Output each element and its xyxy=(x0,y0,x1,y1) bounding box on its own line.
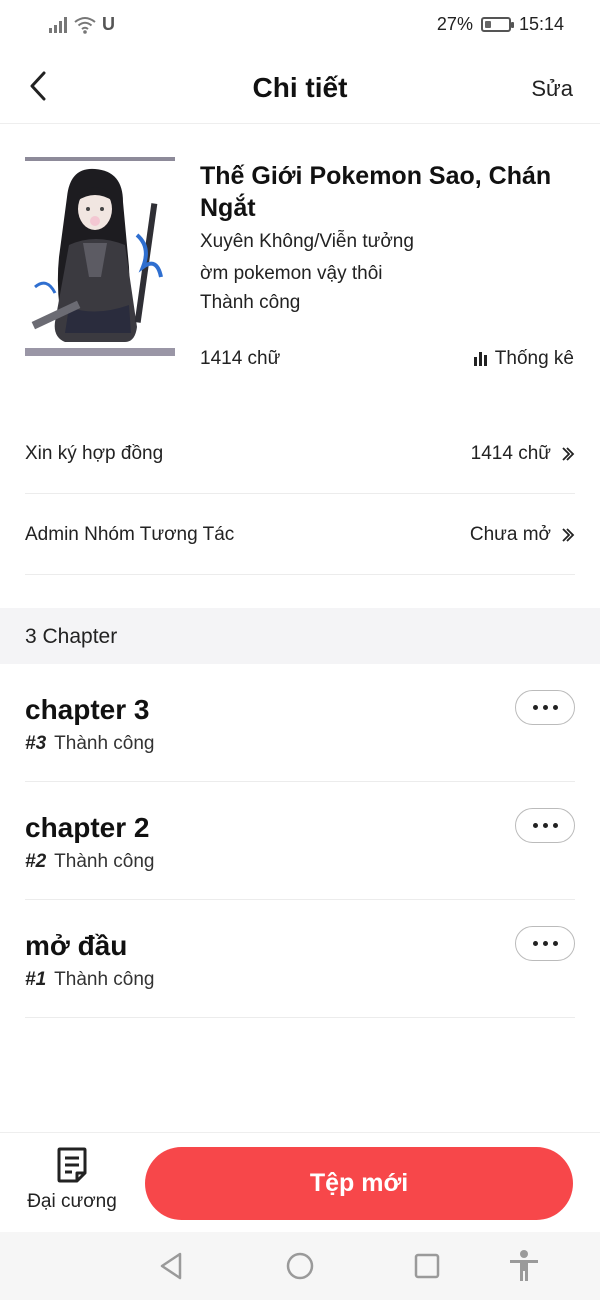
admin-group-row[interactable]: Admin Nhóm Tương Tác Chưa mở xyxy=(25,495,575,575)
status-bar: U 27% 15:14 xyxy=(0,0,600,52)
bottom-action-bar: Đại cương Tệp mới xyxy=(0,1132,600,1232)
battery-icon xyxy=(480,17,514,32)
wifi-icon xyxy=(74,16,96,34)
more-options-button[interactable] xyxy=(515,690,575,725)
word-count: 1414 chữ xyxy=(200,348,281,369)
nav-home-button[interactable] xyxy=(282,1248,318,1284)
system-nav-bar xyxy=(0,1232,600,1300)
clock: 15:14 xyxy=(518,14,564,34)
dot xyxy=(532,823,538,828)
book-status: Thành công xyxy=(200,292,301,313)
dot xyxy=(552,705,558,710)
book-genre: Xuyên Không/Viễn tưởng xyxy=(200,231,414,252)
chapter-title: mở đầu xyxy=(25,930,128,961)
contract-row[interactable]: Xin ký hợp đồng 1414 chữ xyxy=(25,414,575,494)
double-chevron-right-icon xyxy=(562,446,575,461)
chapter-number: #3 xyxy=(25,733,47,754)
nav-accessibility-button[interactable] xyxy=(506,1248,542,1284)
chapter-status: Thành công xyxy=(54,969,155,990)
chapter-item[interactable]: chapter 2 #2 Thành công xyxy=(25,782,575,900)
status-right: 27% 15:14 xyxy=(437,14,564,35)
chapter-status: Thành công xyxy=(54,733,155,754)
chapter-number: #1 xyxy=(25,969,47,990)
edit-button[interactable]: Sửa xyxy=(531,76,573,102)
dot xyxy=(542,823,548,828)
new-file-label: Tệp mới xyxy=(309,1169,409,1197)
chapter-status: Thành công xyxy=(54,851,155,872)
chapter-item[interactable]: chapter 3 #3 Thành công xyxy=(25,664,575,782)
signal-icon xyxy=(49,16,67,33)
contract-value-text: 1414 chữ xyxy=(470,442,551,464)
page-title: Chi tiết xyxy=(252,72,348,103)
bar-chart-icon xyxy=(473,352,487,366)
chapters-count: 3 Chapter xyxy=(25,625,118,648)
book-description: ờm pokemon vậy thôi xyxy=(200,263,383,284)
dot xyxy=(542,941,548,946)
double-chevron-right-icon xyxy=(562,527,575,542)
carrier-glyph: U xyxy=(102,14,115,34)
stats-button[interactable]: Thống kê xyxy=(473,348,574,370)
admin-group-value-text: Chưa mở xyxy=(469,523,551,545)
outline-button[interactable]: Đại cương xyxy=(18,1147,126,1227)
stats-label: Thống kê xyxy=(494,348,574,369)
dot xyxy=(532,705,538,710)
dot xyxy=(542,705,548,710)
outline-label: Đại cương xyxy=(27,1191,117,1212)
chapter-item[interactable]: mở đầu #1 Thành công xyxy=(25,900,575,1018)
dot xyxy=(552,941,558,946)
status-left: U xyxy=(48,14,115,35)
chapter-title: chapter 3 xyxy=(25,694,150,725)
recents-square-icon xyxy=(414,1253,440,1279)
home-circle-icon xyxy=(286,1252,314,1280)
more-options-button[interactable] xyxy=(515,926,575,961)
new-file-button[interactable]: Tệp mới xyxy=(145,1147,573,1220)
top-app-bar: Chi tiết Sửa xyxy=(0,52,600,124)
contract-label: Xin ký hợp đồng xyxy=(25,442,164,464)
battery-percent: 27% xyxy=(436,14,473,34)
chapter-title: chapter 2 xyxy=(25,812,150,843)
dot xyxy=(552,823,558,828)
chapter-meta: #3 Thành công xyxy=(25,733,155,755)
cover-illustration xyxy=(31,168,163,342)
chapters-section-header: 3 Chapter xyxy=(0,608,600,664)
nav-back-button[interactable] xyxy=(153,1248,189,1284)
document-icon xyxy=(57,1147,87,1183)
admin-group-value: Chưa mở xyxy=(470,524,575,546)
chapter-number: #2 xyxy=(25,851,47,872)
book-cover[interactable] xyxy=(25,157,175,356)
chapter-meta: #1 Thành công xyxy=(25,969,155,991)
book-title: Thế Giới Pokemon Sao, Chán Ngắt xyxy=(200,162,552,222)
accessibility-icon xyxy=(510,1250,538,1281)
admin-group-label: Admin Nhóm Tương Tác xyxy=(25,523,235,545)
nav-recents-button[interactable] xyxy=(409,1248,445,1284)
contract-value: 1414 chữ xyxy=(471,443,575,465)
dot xyxy=(532,941,538,946)
cover-bottom-border xyxy=(25,348,175,356)
more-options-button[interactable] xyxy=(515,808,575,843)
chapter-meta: #2 Thành công xyxy=(25,851,155,873)
back-triangle-icon xyxy=(160,1252,182,1280)
